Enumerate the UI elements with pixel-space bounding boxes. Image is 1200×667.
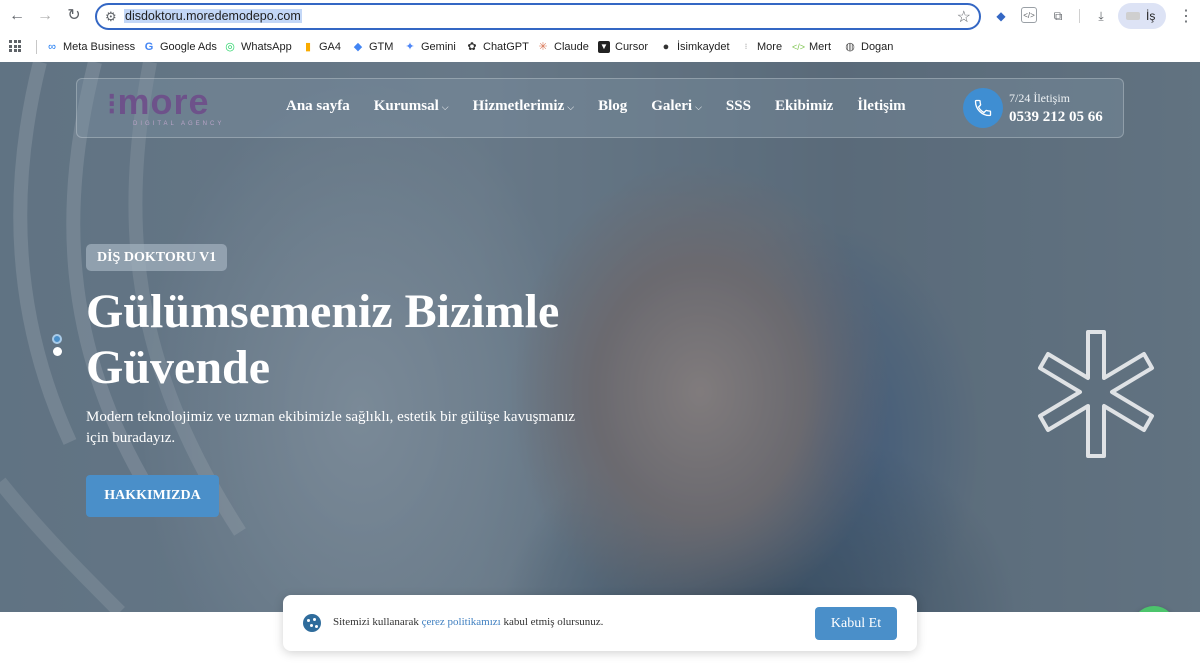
bookmark-meta-business[interactable]: ∞ Meta Business: [46, 39, 135, 55]
bookmark-label: Meta Business: [63, 41, 136, 53]
chevron-down-icon: ⌵: [695, 102, 702, 112]
menu-item-galeri[interactable]: Galeri ⌵: [651, 98, 702, 115]
browser-menu-icon[interactable]: ⋮: [1178, 6, 1194, 26]
whatsapp-float-button[interactable]: [1132, 606, 1176, 612]
gtm-icon: ◆: [353, 41, 363, 53]
bookmark-label: Gemini: [421, 41, 456, 53]
bookmark-label: İsimkaydet: [677, 41, 730, 53]
logo-subtitle: DIGITAL AGENCY: [133, 121, 225, 127]
bookmark-label: ChatGPT: [483, 41, 529, 53]
profile-label: İş: [1146, 9, 1156, 23]
forward-icon[interactable]: →: [34, 6, 56, 26]
bookmarks-bar: ∞ Meta Business G Google Ads ◎ WhatsApp …: [0, 32, 1200, 62]
cookie-message: Sitemizi kullanarak çerez politikamızı k…: [333, 616, 603, 628]
bookmark-google-ads[interactable]: G Google Ads: [143, 39, 217, 55]
contact-label: 7/24 İletişim: [1009, 91, 1070, 105]
site-header: ⁝more DIGITAL AGENCY Ana sayfa Kurumsal ⌵…: [76, 78, 1124, 138]
whatsapp-icon: [1132, 606, 1176, 612]
phone-number[interactable]: 0539 212 05 66: [1009, 109, 1103, 126]
slider-dot-active[interactable]: [52, 334, 62, 344]
menu-item-iletisim[interactable]: İletişim: [857, 98, 905, 115]
hero-title-line: Gülümsemeniz Bizimle: [86, 285, 560, 338]
more-icon: ⁝: [744, 42, 748, 51]
meta-icon: ∞: [48, 41, 56, 53]
bookmark-whatsapp[interactable]: ◎ WhatsApp: [224, 39, 292, 55]
bookmark-label: Mert: [809, 41, 831, 53]
google-icon: G: [144, 41, 154, 53]
bookmark-label: Dogan: [861, 41, 894, 53]
bookmark-more[interactable]: ⁝ More: [740, 39, 782, 55]
hero-title-line: Güvende: [86, 341, 271, 394]
cursor-icon: ▼: [598, 41, 610, 53]
slider-pagination: [52, 334, 64, 359]
hero-title: Gülümsemeniz Bizimle Güvende: [86, 284, 646, 396]
cookie-consent-bar: Sitemizi kullanarak çerez politikamızı k…: [283, 595, 917, 651]
bookmark-mert[interactable]: </> Mert: [792, 39, 831, 55]
bookmark-isimkaydet[interactable]: ● İsimkaydet: [660, 39, 730, 55]
main-menu: Ana sayfa Kurumsal ⌵ Hizmetlerimiz ⌵ Blog …: [286, 98, 930, 115]
accept-cookies-button[interactable]: Kabul Et: [815, 607, 897, 640]
menu-item-ekibimiz[interactable]: Ekibimiz: [775, 98, 833, 115]
bookmark-dogan[interactable]: ◍ Dogan: [844, 39, 893, 55]
menu-item-ana-sayfa[interactable]: Ana sayfa: [286, 98, 350, 115]
profile-chip[interactable]: İş: [1118, 3, 1166, 29]
menu-item-blog[interactable]: Blog: [598, 98, 627, 115]
code-icon: </>: [792, 42, 806, 52]
profile-avatar: [1126, 12, 1140, 20]
bookmark-label: Claude: [554, 41, 589, 53]
back-icon[interactable]: ←: [6, 6, 28, 26]
bookmark-label: Google Ads: [160, 41, 217, 53]
reload-icon[interactable]: ↻: [63, 6, 85, 26]
chevron-down-icon: ⌵: [441, 102, 449, 112]
bookmark-label: GTM: [369, 41, 394, 53]
extension-tag-icon[interactable]: ◆: [992, 7, 1010, 25]
bookmark-gemini[interactable]: ✦ Gemini: [404, 39, 456, 55]
cookie-icon: [303, 614, 321, 632]
whatsapp-icon: ◎: [225, 41, 235, 53]
phone-icon[interactable]: [963, 88, 1003, 128]
hero-section: ⁝more DIGITAL AGENCY Ana sayfa Kurumsal ⌵…: [0, 62, 1200, 612]
cookie-text: kabul etmiş olursunuz.: [500, 616, 604, 628]
hero-badge: DİŞ DOKTORU V1: [86, 244, 228, 271]
download-icon[interactable]: ⤓: [1092, 7, 1110, 25]
menu-item-sss[interactable]: SSS: [726, 98, 751, 115]
slider-dot[interactable]: [53, 347, 62, 356]
about-us-button[interactable]: HAKKIMIZDA: [86, 475, 219, 517]
hero-subtitle: Modern teknolojimiz ve uzman ekibimizle …: [86, 409, 576, 446]
chatgpt-icon: ✿: [467, 41, 477, 53]
site-settings-icon[interactable]: ⚙: [105, 9, 117, 25]
address-bar[interactable]: ⚙ disdoktoru.moredemodepo.com ☆: [95, 3, 981, 30]
bookmark-ga4[interactable]: ▮ GA4: [302, 39, 341, 55]
bookmark-label: More: [757, 41, 783, 53]
apps-grid-icon[interactable]: [9, 40, 21, 52]
bookmark-label: WhatsApp: [241, 41, 292, 53]
toolbar-divider: [1079, 9, 1080, 23]
extension-code-icon[interactable]: </>: [1021, 7, 1037, 23]
bookmark-gtm[interactable]: ◆ GTM: [352, 39, 394, 55]
logo-text: more: [117, 81, 210, 122]
gemini-icon: ✦: [405, 41, 415, 53]
cookie-policy-link[interactable]: çerez politikamızı: [422, 616, 501, 628]
bookmark-label: Cursor: [615, 41, 649, 53]
bookmark-star-icon[interactable]: ☆: [957, 7, 971, 27]
menu-item-kurumsal[interactable]: Kurumsal ⌵: [374, 98, 449, 115]
url-text[interactable]: disdoktoru.moredemodepo.com: [124, 9, 302, 23]
menu-item-hizmetlerimiz[interactable]: Hizmetlerimiz ⌵: [473, 98, 574, 115]
bookmark-claude[interactable]: ✳ Claude: [537, 39, 589, 55]
site-logo[interactable]: ⁝more: [107, 81, 210, 123]
ga4-icon: ▮: [304, 41, 312, 53]
browser-toolbar: ← → ↻ ⚙ disdoktoru.moredemodepo.com ☆ ◆ …: [0, 0, 1200, 32]
bookmark-cursor[interactable]: ▼ Cursor: [598, 39, 648, 55]
chevron-down-icon: ⌵: [567, 102, 575, 112]
isimkaydet-icon: ●: [662, 41, 670, 53]
bookmark-chatgpt[interactable]: ✿ ChatGPT: [466, 39, 529, 55]
bookmark-label: GA4: [319, 41, 342, 53]
bookmarks-divider: [36, 40, 37, 54]
asterisk-decoration-icon: [1038, 330, 1154, 458]
globe-icon: ◍: [845, 41, 855, 53]
claude-icon: ✳: [538, 41, 548, 53]
cookie-text: Sitemizi kullanarak: [333, 616, 422, 628]
extensions-puzzle-icon[interactable]: ⧉: [1049, 7, 1067, 25]
